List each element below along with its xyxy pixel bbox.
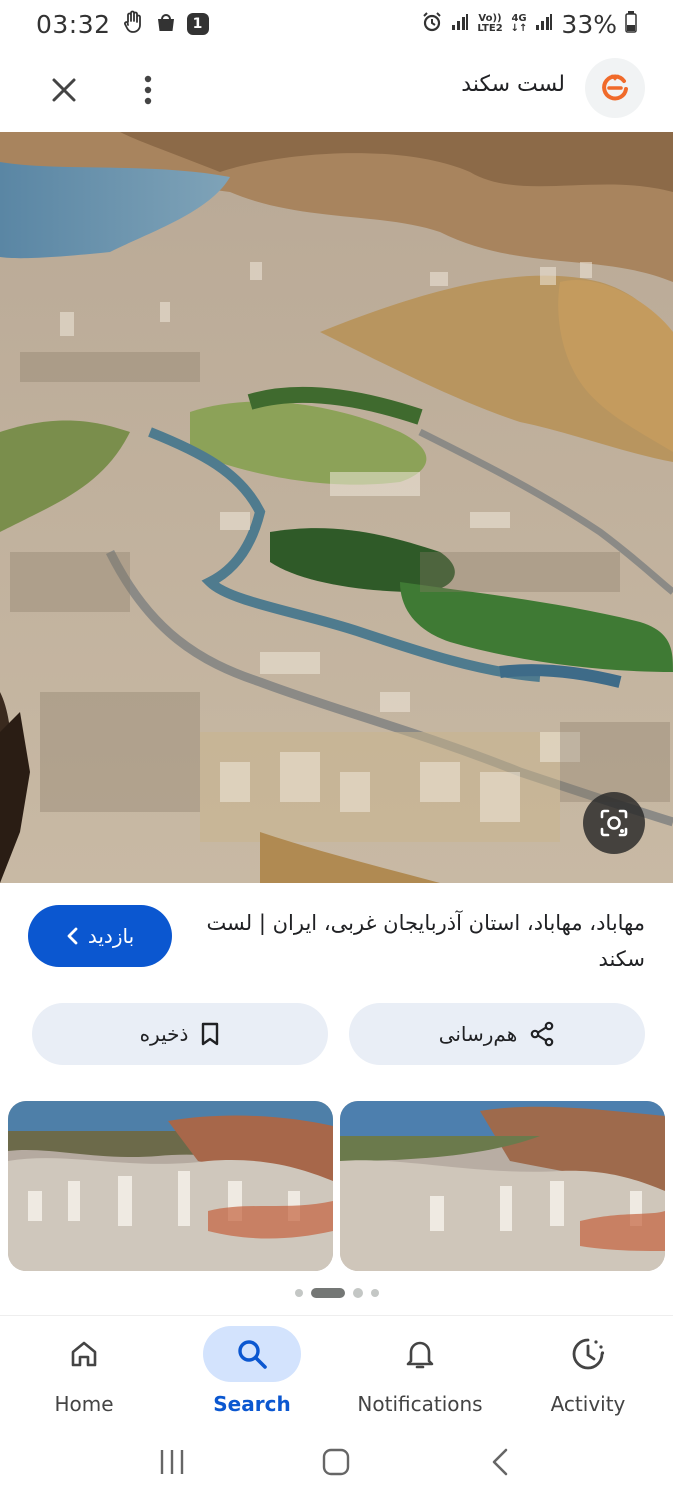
related-image-2[interactable] bbox=[340, 1101, 665, 1271]
city-photo bbox=[0, 132, 673, 883]
site-logo[interactable] bbox=[585, 58, 645, 118]
notification-badge: 1 bbox=[186, 13, 209, 35]
lens-icon bbox=[600, 809, 628, 837]
related-photo-2 bbox=[340, 1101, 665, 1271]
network-type: 4G ↓↑ bbox=[510, 13, 528, 34]
home-system-button[interactable] bbox=[321, 1447, 351, 1481]
bell-icon bbox=[406, 1341, 434, 1369]
nav-search-icon-container bbox=[203, 1326, 301, 1382]
volte-indicator: Vo)) LTE2 bbox=[477, 14, 502, 34]
google-lens-button[interactable] bbox=[583, 792, 645, 854]
related-image-1[interactable] bbox=[8, 1101, 333, 1271]
share-label: هم‌رسانی bbox=[438, 1022, 518, 1046]
alarm-icon bbox=[421, 11, 443, 37]
nav-home[interactable]: Home bbox=[0, 1326, 168, 1426]
more-vert-icon bbox=[144, 75, 152, 105]
recent-apps-icon bbox=[160, 1449, 184, 1474]
nav-activity[interactable]: Activity bbox=[504, 1326, 672, 1426]
more-options-button[interactable] bbox=[124, 66, 172, 114]
close-button[interactable] bbox=[40, 66, 88, 114]
top-app-bar: لست سکند bbox=[0, 48, 673, 132]
site-logo-icon bbox=[602, 74, 628, 101]
lte-label: LTE2 bbox=[477, 23, 503, 34]
hero-image[interactable] bbox=[0, 132, 673, 883]
visit-button[interactable]: بازدید bbox=[28, 905, 172, 967]
shopping-bag-icon bbox=[155, 11, 177, 37]
battery-icon bbox=[625, 11, 637, 37]
chevron-left-icon bbox=[67, 927, 78, 945]
nav-activity-label: Activity bbox=[550, 1392, 626, 1416]
nav-activity-icon-container bbox=[539, 1326, 637, 1382]
nav-notifications-icon-container bbox=[371, 1326, 469, 1382]
share-button[interactable]: هم‌رسانی bbox=[349, 1003, 645, 1065]
battery-percent: 33% bbox=[561, 9, 617, 39]
carousel-dot-2[interactable] bbox=[310, 1288, 345, 1298]
carousel-dot-1[interactable] bbox=[294, 1289, 303, 1297]
network-type-label: 4G bbox=[511, 13, 527, 24]
home-circle-icon bbox=[323, 1448, 350, 1475]
status-bar: 03:32 1 Vo)) LTE2 4G ↓↑ 33% bbox=[0, 0, 673, 48]
signal-icon-2 bbox=[535, 13, 553, 35]
nav-notifications[interactable]: Notifications bbox=[336, 1326, 504, 1426]
back-chevron-icon bbox=[492, 1448, 508, 1475]
nav-search-label: Search bbox=[213, 1392, 291, 1416]
home-icon bbox=[71, 1341, 97, 1367]
bottom-navigation: Home Search Notifications Activity bbox=[0, 1315, 673, 1427]
save-button[interactable]: ذخیره bbox=[32, 1003, 328, 1065]
close-icon bbox=[52, 78, 76, 102]
search-icon bbox=[238, 1340, 267, 1369]
nav-home-label: Home bbox=[54, 1392, 114, 1416]
related-photo-1 bbox=[8, 1101, 333, 1271]
site-name[interactable]: لست سکند bbox=[461, 72, 565, 97]
nav-search[interactable]: Search bbox=[168, 1326, 336, 1426]
nav-notifications-label: Notifications bbox=[357, 1392, 483, 1416]
back-button[interactable] bbox=[486, 1447, 516, 1481]
visit-label: بازدید bbox=[87, 924, 135, 948]
status-time: 03:32 bbox=[36, 9, 111, 39]
share-icon bbox=[530, 1021, 554, 1047]
save-label: ذخیره bbox=[139, 1022, 189, 1046]
carousel-dot-3[interactable] bbox=[352, 1288, 363, 1298]
system-navigation-bar bbox=[0, 1427, 673, 1500]
activity-icon bbox=[572, 1338, 605, 1370]
nav-home-icon-container bbox=[35, 1326, 133, 1382]
carousel-indicator bbox=[0, 1288, 673, 1298]
recent-apps-button[interactable] bbox=[157, 1447, 187, 1481]
bookmark-icon bbox=[202, 1022, 219, 1046]
carousel-dot-4[interactable] bbox=[370, 1289, 379, 1297]
image-caption[interactable]: مهاباد، مهاباد، استان آذربایجان غربی، ای… bbox=[205, 905, 645, 977]
hand-icon bbox=[123, 10, 145, 38]
signal-icon bbox=[451, 13, 469, 35]
